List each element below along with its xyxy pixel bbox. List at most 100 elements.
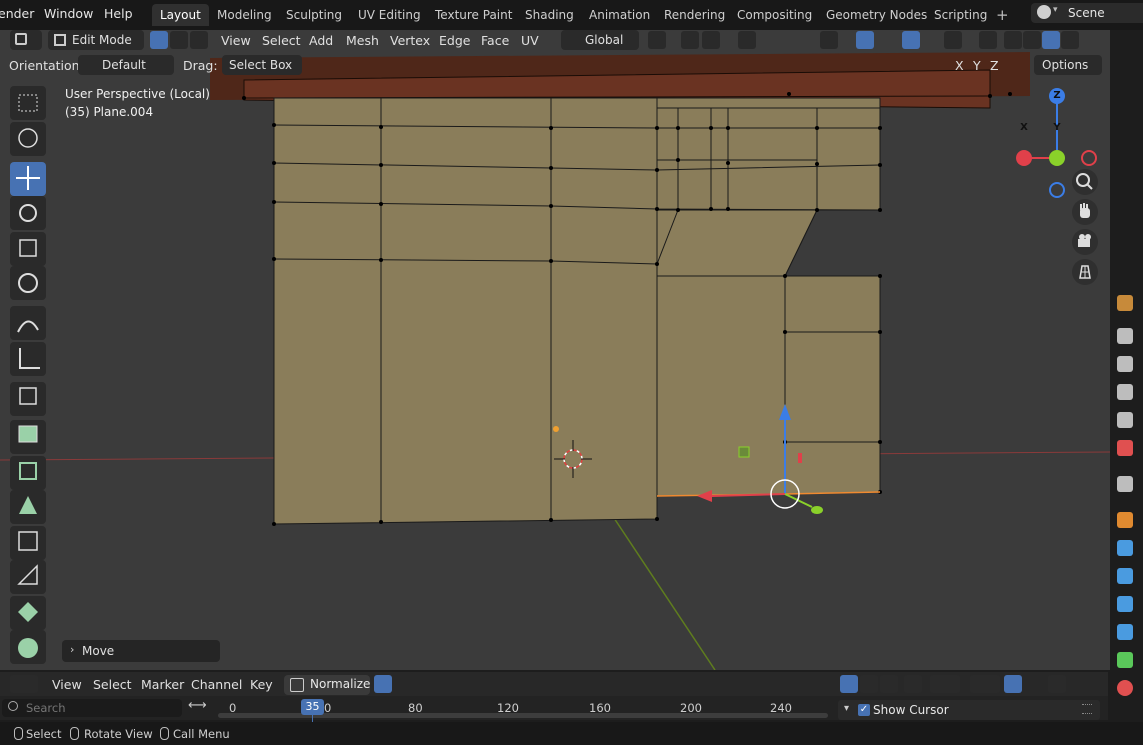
frame-label-40: 0: [324, 701, 332, 715]
menu-help[interactable]: Help: [104, 6, 133, 21]
material-properties-icon[interactable]: [1117, 680, 1133, 696]
tab-compositing[interactable]: Compositing: [729, 4, 820, 26]
tab-texture-paint[interactable]: Texture Paint: [427, 4, 520, 26]
mode-selector[interactable]: Edit Mode: [48, 30, 144, 50]
add-workspace-icon[interactable]: +: [996, 6, 1009, 24]
render-properties-icon[interactable]: [1117, 328, 1133, 344]
drag-handle-icon[interactable]: [1082, 704, 1092, 714]
tab-uv-editing[interactable]: UV Editing: [350, 4, 429, 26]
tool-properties-icon[interactable]: [1117, 295, 1133, 311]
mirror-x-toggle[interactable]: X: [955, 58, 964, 73]
tab-sculpting[interactable]: Sculpting: [278, 4, 350, 26]
shading-solid-icon[interactable]: [1023, 31, 1041, 49]
current-frame-indicator[interactable]: 35: [301, 699, 324, 715]
timeline-menu-key[interactable]: Key: [250, 677, 273, 692]
swap-arrows-icon[interactable]: ⟷: [188, 698, 207, 713]
pan-hand-icon[interactable]: [1072, 199, 1098, 225]
search-input[interactable]: [26, 700, 176, 716]
gizmo-y-icon: [1049, 150, 1065, 166]
menu-vertex[interactable]: Vertex: [390, 33, 430, 48]
snap-icon[interactable]: [681, 31, 699, 49]
shading-material-icon[interactable]: [1042, 31, 1060, 49]
mirror-z-toggle[interactable]: Z: [990, 58, 999, 73]
menu-add[interactable]: Add: [309, 33, 333, 48]
gizmo-toggle-icon[interactable]: [856, 31, 874, 49]
mirror-y-toggle[interactable]: Y: [973, 58, 981, 73]
constraints-properties-icon[interactable]: [1117, 624, 1133, 640]
tab-rendering[interactable]: Rendering: [656, 4, 733, 26]
only-errors-icon[interactable]: [880, 675, 898, 693]
menu-view[interactable]: View: [221, 33, 251, 48]
editor-type-button[interactable]: [10, 30, 42, 50]
show-cursor-checkbox[interactable]: ✓: [858, 704, 870, 716]
menu-select[interactable]: Select: [262, 33, 301, 48]
show-cursor-label: Show Cursor: [873, 703, 949, 717]
timeline-menu-marker[interactable]: Marker: [141, 677, 184, 692]
orientation-global-label: Global: [585, 33, 624, 47]
timeline-pivot-icon[interactable]: [970, 675, 1000, 693]
modifier-properties-icon[interactable]: [1117, 540, 1133, 556]
last-operator-panel[interactable]: › Move: [62, 640, 220, 662]
menu-window[interactable]: Window: [44, 6, 93, 21]
chevron-down-icon: ▾: [844, 703, 850, 714]
show-hidden-icon[interactable]: [860, 675, 878, 693]
scene-selector[interactable]: ▾ Scene: [1031, 3, 1143, 23]
menu-blender[interactable]: ender: [0, 6, 34, 21]
tab-scripting[interactable]: Scripting: [926, 4, 995, 26]
auto-normalize-icon[interactable]: [374, 675, 392, 693]
tab-animation[interactable]: Animation: [581, 4, 658, 26]
zoom-icon[interactable]: [1072, 169, 1098, 195]
timeline-menu-select[interactable]: Select: [93, 677, 132, 692]
orientation-dropdown[interactable]: Default: [78, 55, 174, 75]
show-cursor-panel[interactable]: ▾ ✓ Show Cursor: [838, 700, 1100, 720]
channel-search[interactable]: [2, 699, 182, 717]
transform-orientation-selector[interactable]: Global: [561, 30, 639, 50]
camera-view-icon[interactable]: [1072, 229, 1098, 255]
gizmo-x-icon: [1016, 150, 1032, 166]
visibility-icon[interactable]: [820, 31, 838, 49]
pivot-point-icon[interactable]: [648, 31, 666, 49]
snap-target-icon[interactable]: [702, 31, 720, 49]
object-properties-icon[interactable]: [1117, 512, 1133, 528]
normalize-toggle[interactable]: Normalize: [284, 675, 370, 695]
output-properties-icon[interactable]: [1117, 356, 1133, 372]
timeline-proportional-icon[interactable]: [1048, 675, 1066, 693]
tab-layout[interactable]: Layout: [152, 4, 209, 26]
create-ghost-icon[interactable]: [904, 675, 922, 693]
only-selected-icon[interactable]: [840, 675, 858, 693]
data-properties-icon[interactable]: [1117, 652, 1133, 668]
shading-wireframe-icon[interactable]: [1004, 31, 1022, 49]
timeline-menu-channel[interactable]: Channel: [191, 677, 242, 692]
playhead-line: [312, 715, 313, 722]
menu-edge[interactable]: Edge: [439, 33, 470, 48]
perspective-toggle-icon[interactable]: [1072, 259, 1098, 285]
timeline-editor-type-icon[interactable]: [10, 675, 38, 693]
physics-properties-icon[interactable]: [1117, 596, 1133, 612]
tab-modeling[interactable]: Modeling: [209, 4, 280, 26]
filter-icon[interactable]: [930, 675, 960, 693]
xray-icon[interactable]: [979, 31, 997, 49]
shading-rendered-icon[interactable]: [1061, 31, 1079, 49]
3d-viewport[interactable]: Z X Y: [0, 30, 1110, 670]
menu-face[interactable]: Face: [481, 33, 509, 48]
tab-shading[interactable]: Shading: [517, 4, 582, 26]
view-layer-properties-icon[interactable]: [1117, 384, 1133, 400]
edge-select-icon[interactable]: [170, 31, 188, 49]
timeline-snap-icon[interactable]: [1004, 675, 1022, 693]
scene-label: Scene: [1068, 6, 1105, 20]
overlays-icon[interactable]: [902, 31, 920, 49]
mesh-edit-overlay-icon[interactable]: [944, 31, 962, 49]
scene-properties-icon[interactable]: [1117, 412, 1133, 428]
collection-properties-icon[interactable]: [1117, 476, 1133, 492]
menu-mesh[interactable]: Mesh: [346, 33, 379, 48]
drag-dropdown[interactable]: Select Box: [222, 55, 302, 75]
proportional-edit-icon[interactable]: [738, 31, 756, 49]
menu-uv[interactable]: UV: [521, 33, 539, 48]
vertex-select-icon[interactable]: [150, 31, 168, 49]
particles-properties-icon[interactable]: [1117, 568, 1133, 584]
options-dropdown[interactable]: Options: [1034, 55, 1102, 75]
face-select-icon[interactable]: [190, 31, 208, 49]
tab-geometry-nodes[interactable]: Geometry Nodes: [818, 4, 935, 26]
world-properties-icon[interactable]: [1117, 440, 1133, 456]
timeline-menu-view[interactable]: View: [52, 677, 82, 692]
